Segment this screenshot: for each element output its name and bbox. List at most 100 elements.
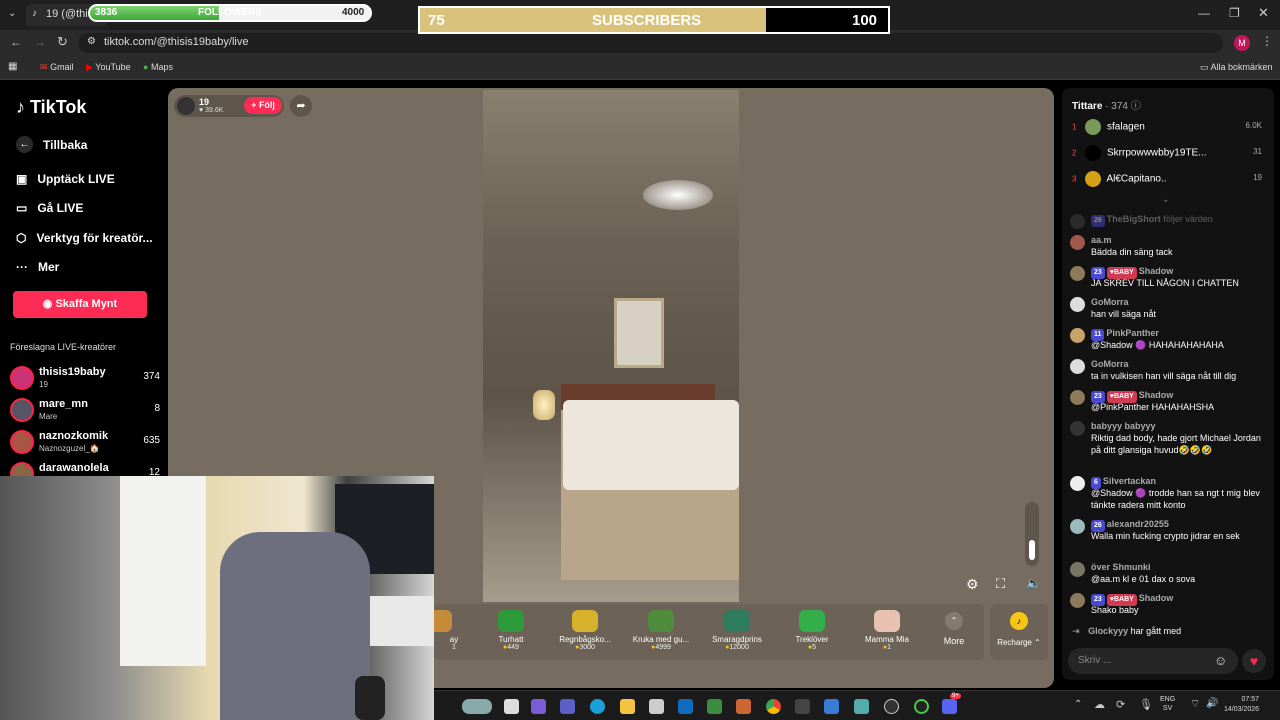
gift-icon: [874, 610, 900, 632]
creator-item[interactable]: mare_mn Mare 8: [10, 398, 160, 426]
avatar: [1070, 359, 1085, 374]
tiktok-logo[interactable]: ♪ TikTok: [16, 97, 86, 118]
widgets-icon[interactable]: [462, 699, 492, 714]
bookmark-youtube[interactable]: ▶ YouTube: [86, 62, 131, 73]
expand-chevron-icon[interactable]: ⌄: [1162, 194, 1170, 205]
live-video-frame[interactable]: [483, 90, 739, 602]
avatar: [1070, 235, 1085, 250]
onedrive-icon[interactable]: ☁: [1094, 698, 1105, 711]
get-coins-button[interactable]: ◉ Skaffa Mynt: [13, 291, 147, 318]
nav-discover-live[interactable]: ▣ Upptäck LIVE: [16, 172, 115, 186]
close-window-button[interactable]: ✕: [1258, 5, 1269, 21]
volume-slider[interactable]: [1025, 502, 1039, 566]
maps-pin-icon: ●: [143, 62, 149, 72]
recharge-button[interactable]: ♪ Recharge ⌃: [990, 604, 1048, 660]
nav-go-live[interactable]: ▭ Gå LIVE: [16, 201, 83, 215]
followers-goal-bar: 3836 FOLLOWERS 4000: [88, 4, 372, 22]
store-icon[interactable]: [649, 699, 664, 714]
share-icon[interactable]: ➦: [290, 95, 312, 117]
bookmark-maps[interactable]: ● Maps: [143, 62, 173, 72]
chrome-icon[interactable]: [766, 699, 781, 714]
profile-avatar[interactable]: M: [1234, 35, 1250, 51]
like-heart-button[interactable]: ♥: [1242, 649, 1266, 673]
language-indicator[interactable]: ENG SV: [1160, 695, 1175, 713]
sync-icon[interactable]: ⟳: [1116, 698, 1125, 711]
gift-item[interactable]: Mamma Mia ●1: [852, 610, 922, 651]
gift-item[interactable]: Turhatt ●449: [476, 610, 546, 651]
viewers-header: Tittare · 374 ⓘ: [1072, 101, 1141, 112]
bookmarks-bar: ▦ ✉ Gmail ▶ YouTube ● Maps ▭ Alla bokmär…: [0, 56, 1280, 80]
folder-icon: ▭: [1200, 62, 1209, 72]
copilot-icon[interactable]: [531, 699, 546, 714]
creator-item[interactable]: naznozkomik Naznozguzel_🏠 635: [10, 430, 160, 458]
reload-icon[interactable]: ↻: [57, 34, 68, 50]
tray-chevron-icon[interactable]: ⌃: [1074, 699, 1082, 710]
avatar: [1070, 476, 1085, 491]
restore-button[interactable]: ❐: [1229, 6, 1240, 20]
m365-icon[interactable]: [736, 699, 751, 714]
bookmark-gmail[interactable]: ✉ Gmail: [40, 62, 74, 73]
gift-icon: [648, 610, 674, 632]
snipping-tool-icon[interactable]: [854, 699, 869, 714]
back-arrow-icon[interactable]: ←: [10, 35, 22, 49]
forward-arrow-icon[interactable]: →: [34, 35, 46, 49]
subscribers-goal: 100: [852, 12, 878, 29]
menu-dots-icon[interactable]: ⋮: [1261, 34, 1273, 48]
teams-icon[interactable]: [560, 699, 575, 714]
avatar: [1070, 266, 1085, 281]
minimize-button[interactable]: —: [1198, 6, 1210, 20]
back-link[interactable]: ← Tillbaka: [16, 136, 87, 153]
followers-current: 3836: [95, 7, 118, 18]
chat-input[interactable]: Skriv ... ☺: [1068, 648, 1238, 674]
file-explorer-icon[interactable]: [620, 699, 635, 714]
nav-more[interactable]: ··· Mer: [16, 260, 59, 274]
top-viewer[interactable]: 2 Skrrpowwwbby19TE... 31: [1072, 145, 1262, 161]
settings-icon[interactable]: ⚙: [966, 576, 979, 593]
gift-item[interactable]: Kruka med gu... ●4999: [626, 610, 696, 651]
obs-icon[interactable]: [884, 699, 899, 714]
speaker-icon[interactable]: 🔊: [1206, 698, 1218, 709]
tab-list-button[interactable]: ⌄: [8, 8, 16, 19]
top-viewer[interactable]: 3 Al€Capitano.. 19: [1072, 171, 1262, 187]
coin-icon: ◉: [42, 298, 53, 310]
followers-goal: 4000: [342, 7, 365, 18]
task-view-icon[interactable]: [504, 699, 519, 714]
clock[interactable]: 07:57 14/03/2026: [1224, 695, 1259, 715]
nav-creator-tools[interactable]: ⬡ Verktyg för kreatör...: [16, 231, 153, 245]
vscode-icon[interactable]: [795, 699, 810, 714]
top-viewer[interactable]: 1 sfalagen 6.0K: [1072, 119, 1262, 135]
avatar: [1070, 214, 1085, 229]
avatar: [1085, 119, 1102, 135]
gifts-more-button[interactable]: ⌃ More: [934, 612, 974, 646]
gift-item[interactable]: Regnbågsko... ●3000: [550, 610, 620, 651]
joined-notice: ⇥ Glockyyy har gått med: [1072, 626, 1182, 636]
photos-icon[interactable]: [824, 699, 839, 714]
security-shield-icon[interactable]: [707, 699, 722, 714]
fullscreen-icon[interactable]: ⛶: [996, 576, 1005, 592]
wardrobe-door: [120, 476, 206, 666]
creator-item[interactable]: thisis19baby 19 374: [10, 366, 160, 394]
volume-icon[interactable]: 🔈: [1026, 576, 1041, 590]
volume-slider-knob[interactable]: [1029, 540, 1035, 560]
info-icon[interactable]: ⓘ: [1131, 101, 1141, 112]
edge-icon[interactable]: [590, 699, 605, 714]
gift-item[interactable]: Smaragdprins ●12000: [702, 610, 772, 651]
site-info-icon[interactable]: ⚙: [87, 36, 96, 47]
mic-icon[interactable]: 🎙: [1139, 698, 1153, 711]
emoji-icon[interactable]: ☺: [1214, 653, 1227, 668]
bed-sheets: [563, 400, 739, 490]
follow-button[interactable]: + Följ: [244, 97, 282, 114]
discord-icon[interactable]: [942, 699, 957, 714]
all-bookmarks[interactable]: ▭ Alla bokmärken: [1200, 62, 1273, 73]
tiktok-tab-icon: ♪: [32, 8, 37, 19]
host-likes: ♥ 39.6K: [199, 107, 224, 114]
address-bar[interactable]: ⚙ tiktok.com/@thisis19baby/live: [78, 33, 1223, 53]
gift-item[interactable]: Treklöver ●5: [777, 610, 847, 651]
spotify-icon[interactable]: [914, 699, 929, 714]
apps-grid-icon[interactable]: ▦: [8, 61, 17, 72]
tiktok-coin-icon: ♪: [1010, 612, 1028, 630]
outlook-icon[interactable]: [678, 699, 693, 714]
wifi-icon[interactable]: ⌔: [1190, 697, 1200, 711]
gmail-icon: ✉: [40, 62, 48, 72]
avatar: [1070, 421, 1085, 436]
